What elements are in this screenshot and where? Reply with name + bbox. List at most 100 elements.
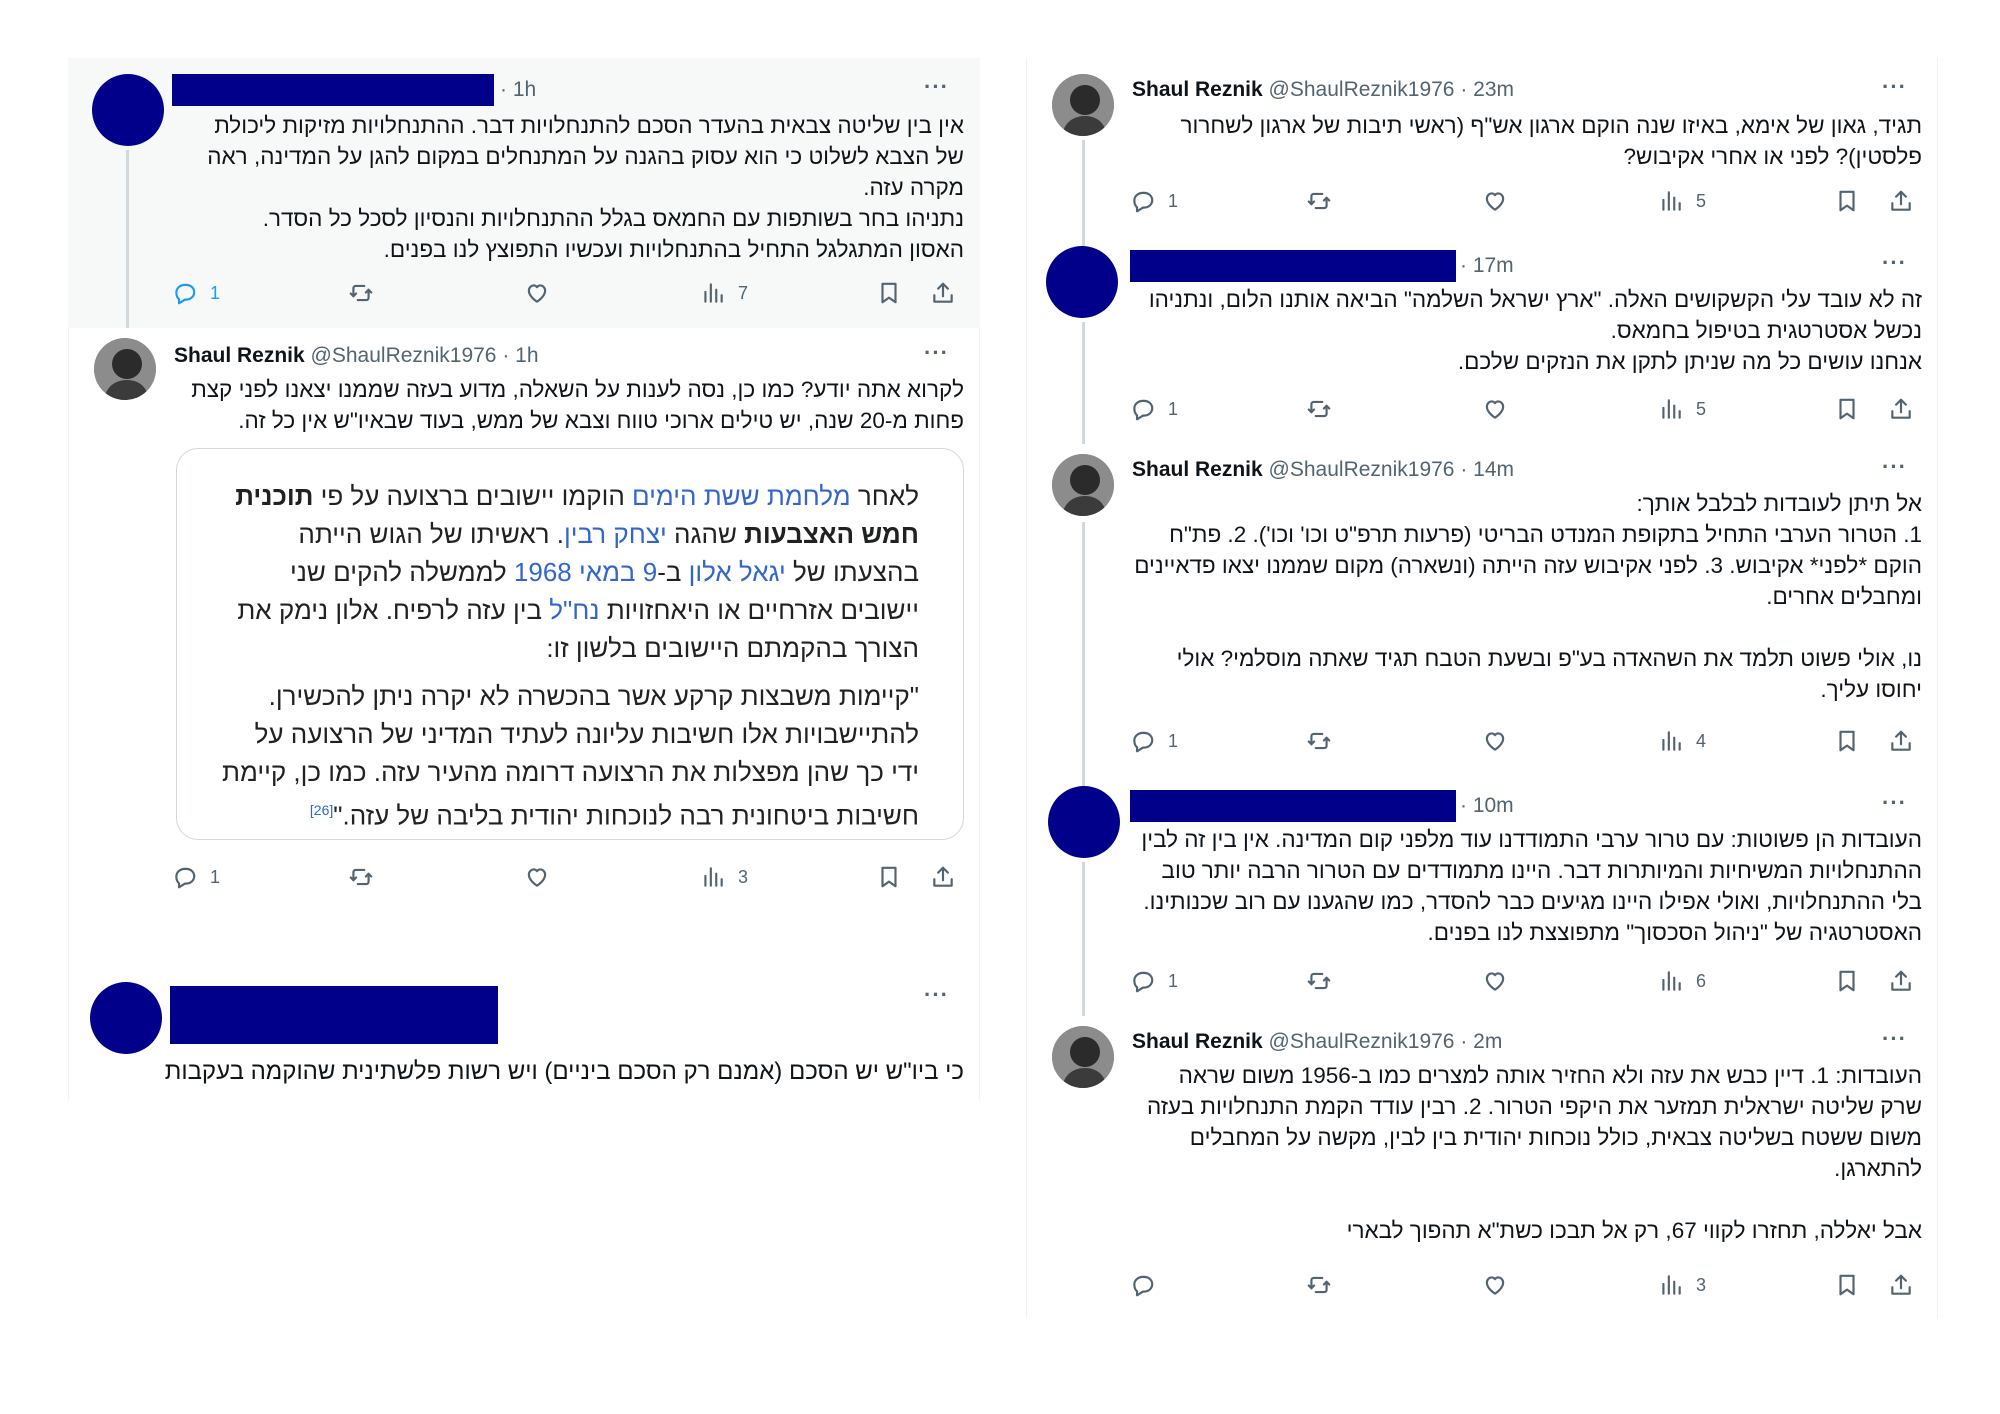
bookmark-button[interactable] [1834,188,1860,214]
share-button[interactable] [1888,968,1914,994]
tweet-right-3[interactable]: Shaul Reznik @ShaulReznik1976 · 14m ··· … [1026,444,1938,776]
handle-time: @ShaulReznik1976 · 2m [1268,1030,1503,1053]
tweet-text: העובדות הן פשוטות: עם טרור ערבי התמודדנו… [1130,824,1922,948]
repost-button[interactable] [1306,188,1332,214]
tweet-left-1[interactable]: · 1h ··· אין בין שליטה צבאית בהעדר הסכם … [68,58,980,328]
more-icon[interactable]: ··· [924,982,949,1008]
reply-button[interactable]: 1 [1130,728,1178,754]
tweet-right-5[interactable]: Shaul Reznik @ShaulReznik1976 · 2m ··· ה… [1026,1016,1938,1318]
like-button[interactable] [1482,396,1508,422]
share-button[interactable] [1888,396,1914,422]
reply-button[interactable]: 1 [1130,188,1178,214]
avatar[interactable] [92,74,164,146]
reply-button[interactable]: 1 [1130,968,1178,994]
avatar[interactable] [90,982,162,1054]
redacted-username [172,74,494,106]
reply-button[interactable]: 1 [172,864,220,890]
tweet-right-4[interactable]: · 10m ··· העובדות הן פשוטות: עם טרור ערב… [1026,776,1938,1016]
reply-icon [172,280,198,306]
more-icon[interactable]: ··· [924,74,949,100]
tweet-line: שרק שליטה ישראלית תמזער את היקפי הטרור. … [1146,1094,1922,1119]
avatar[interactable] [1052,454,1114,516]
repost-button[interactable] [1306,396,1332,422]
like-button[interactable] [1482,188,1508,214]
bookmark-button[interactable] [1834,396,1860,422]
views-button[interactable]: 6 [1658,968,1706,994]
wiki-reference[interactable]: [26] [310,802,333,818]
share-button[interactable] [930,864,956,890]
tweet-left-2[interactable]: Shaul Reznik @ShaulReznik1976 · 1h ··· ל… [68,336,980,950]
like-button[interactable] [1482,728,1508,754]
tweet-line-blank [1130,612,1922,643]
display-name[interactable]: Shaul Reznik [1132,458,1263,481]
share-button[interactable] [930,280,956,306]
heart-icon [1482,968,1508,994]
bookmark-button[interactable] [1834,1272,1860,1298]
share-button[interactable] [1888,1272,1914,1298]
tweet-line: כי ביו"ש יש הסכם (אמנם רק הסכם ביניים) ו… [164,1058,964,1085]
like-button[interactable] [524,864,550,890]
more-icon[interactable]: ··· [924,340,949,366]
share-button[interactable] [1888,188,1914,214]
repost-button[interactable] [1306,1272,1332,1298]
more-icon[interactable]: ··· [1882,74,1907,100]
display-name[interactable]: Shaul Reznik [174,344,305,367]
tweet-line: יחוסו עליך. [1820,677,1922,702]
display-name[interactable]: Shaul Reznik [1132,78,1263,101]
avatar[interactable] [94,338,156,400]
share-button[interactable] [1888,728,1914,754]
views-button[interactable]: 5 [1658,188,1706,214]
reply-button[interactable]: 1 [1130,396,1178,422]
bookmark-button[interactable] [876,280,902,306]
avatar[interactable] [1052,74,1114,136]
views-button[interactable]: 3 [1658,1272,1706,1298]
more-icon[interactable]: ··· [1882,454,1907,480]
bookmark-button[interactable] [1834,728,1860,754]
views-icon [1658,728,1684,754]
more-icon[interactable]: ··· [1882,1026,1907,1052]
reply-button[interactable]: 1 [172,280,220,306]
tweet-right-2[interactable]: · 17m ··· זה לא עובד עלי הקשקושים האלה. … [1026,236,1938,444]
reply-button[interactable] [1130,1272,1156,1298]
wiki-link[interactable]: מלחמת ששת הימים [632,481,851,511]
repost-button[interactable] [1306,968,1332,994]
avatar[interactable] [1048,786,1120,858]
wiki-link[interactable]: נח"ל [549,595,599,625]
tweet-line: ומחבלים אחרים. [1766,584,1922,609]
like-button[interactable] [1482,1272,1508,1298]
more-icon[interactable]: ··· [1882,790,1907,816]
bookmark-button[interactable] [1834,968,1860,994]
bookmark-icon [1834,188,1860,214]
avatar[interactable] [1046,246,1118,318]
wiki-link[interactable]: יגאל אלון [689,557,786,587]
wiki-link[interactable]: יצחק רבין [564,519,667,549]
avatar[interactable] [1052,1026,1114,1088]
tweet-line: האסון המתגלגל התחיל בהתנחלויות ועכשיו הת… [383,237,964,262]
wiki-link[interactable]: 9 במאי 1968 [514,557,657,587]
bookmark-button[interactable] [876,864,902,890]
like-button[interactable] [524,280,550,306]
views-count: 5 [1696,398,1707,419]
tweet-text: תגיד, גאון של אימא, באיזו שנה הוקם ארגון… [1130,110,1922,172]
like-button[interactable] [1482,968,1508,994]
repost-button[interactable] [348,280,374,306]
reply-icon [1130,396,1156,422]
tweet-line: נו, אולי פשוט תלמד את השהאדה בע"פ ובשעת … [1176,646,1922,671]
repost-button[interactable] [348,864,374,890]
more-icon[interactable]: ··· [1882,250,1907,276]
share-icon [1888,1272,1914,1298]
display-name[interactable]: Shaul Reznik [1132,1030,1263,1053]
views-button[interactable]: 7 [700,280,748,306]
tweet-line: ההתנחלויות המשיחיות והמיותרות דבר. היינו… [1161,858,1922,883]
tweet-left-3[interactable]: ··· כי ביו"ש יש הסכם (אמנם רק הסכם ביניי… [68,958,980,1100]
views-button[interactable]: 5 [1658,396,1706,422]
heart-icon [524,280,550,306]
avatar-photo-icon [1052,74,1114,136]
views-button[interactable]: 3 [700,864,748,890]
views-button[interactable]: 4 [1658,728,1706,754]
tweet-right-1[interactable]: Shaul Reznik @ShaulReznik1976 · 23m ··· … [1026,58,1938,236]
repost-button[interactable] [1306,728,1332,754]
quoted-wiki-card[interactable]: לאחר מלחמת ששת הימים הוקמו יישובים ברצוע… [176,448,964,840]
tweet-line: האסטרטגיה של "ניהול הסכסוך" מתפוצצת לנו … [1427,920,1922,945]
tweet-line: אין בין שליטה צבאית בהעדר הסכם להתנחלויו… [214,113,964,138]
